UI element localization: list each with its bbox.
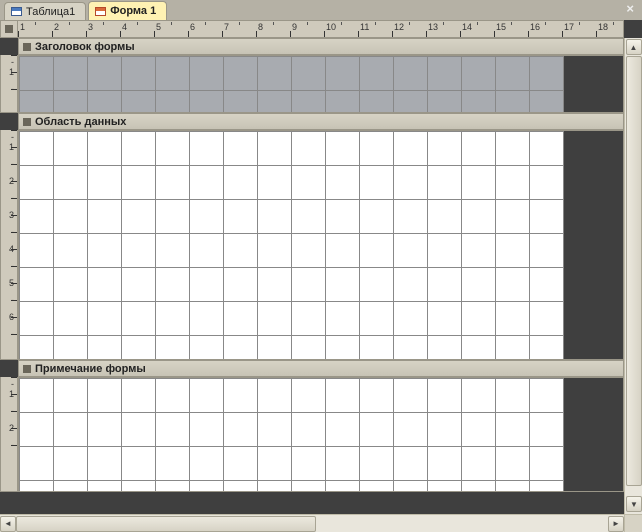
scroll-left-button[interactable]: ◄: [0, 516, 16, 532]
ruler-tick: 2: [1, 181, 17, 198]
ruler-tick: 2: [1, 428, 17, 445]
empty-area: [18, 492, 624, 514]
form-selector[interactable]: [0, 20, 18, 38]
tab-label: Форма 1: [110, 5, 156, 17]
table-icon: [11, 7, 22, 16]
close-icon[interactable]: ×: [626, 2, 634, 16]
scroll-up-button[interactable]: ▲: [626, 39, 642, 55]
vertical-ruler-footer[interactable]: -1-2-: [0, 377, 18, 492]
vertical-ruler-header[interactable]: -1-: [0, 55, 18, 113]
scroll-thumb-v[interactable]: [626, 56, 642, 486]
section-title: Примечание формы: [35, 363, 146, 375]
ruler-tick: 10: [324, 21, 358, 37]
ruler-tick: 2: [52, 21, 86, 37]
form-icon: [95, 7, 106, 16]
section-title: Заголовок формы: [35, 41, 135, 53]
ruler-tick: 5: [154, 21, 188, 37]
scroll-down-button[interactable]: ▼: [626, 496, 642, 512]
ruler-tick: 4: [1, 249, 17, 266]
ruler-tick: 6: [1, 317, 17, 334]
ruler-tick: 9: [290, 21, 324, 37]
horizontal-scrollbar[interactable]: ◄ ►: [0, 514, 624, 532]
vertical-ruler-detail[interactable]: -1-2-3-4-5-6-: [0, 130, 18, 360]
ruler-tick: 8: [256, 21, 290, 37]
ruler-tick: 15: [494, 21, 528, 37]
scroll-corner: [624, 514, 642, 532]
horizontal-ruler[interactable]: 123456789101112131415161718: [18, 20, 624, 38]
section-bar-detail[interactable]: Область данных: [18, 113, 624, 130]
ruler-tick: -: [1, 445, 17, 462]
section-canvas-footer[interactable]: [18, 377, 624, 492]
ruler-tick: 3: [86, 21, 120, 37]
ruler-tick: 13: [426, 21, 460, 37]
tab-form[interactable]: Форма 1: [88, 1, 167, 20]
section-bar-footer[interactable]: Примечание формы: [18, 360, 624, 377]
ruler-tick: 14: [460, 21, 494, 37]
ruler-tick: 1: [1, 72, 17, 89]
scroll-right-button[interactable]: ►: [608, 516, 624, 532]
ruler-tick: 18: [596, 21, 624, 37]
ruler-tick: 16: [528, 21, 562, 37]
section-bar-header[interactable]: Заголовок формы: [18, 38, 624, 55]
ruler-tick: 5: [1, 283, 17, 300]
ruler-tick: 1: [1, 394, 17, 411]
tab-table[interactable]: Таблица1: [4, 2, 86, 20]
ruler-tick: 1: [18, 21, 52, 37]
ruler-tick: 12: [392, 21, 426, 37]
document-tabs: Таблица1 Форма 1 ×: [0, 0, 642, 20]
section-canvas-header[interactable]: [18, 55, 624, 113]
vertical-scrollbar[interactable]: ▲ ▼: [624, 38, 642, 514]
section-selector-icon: [23, 43, 31, 51]
section-selector-icon: [23, 118, 31, 126]
ruler-tick: 17: [562, 21, 596, 37]
section-canvas-detail[interactable]: [18, 130, 624, 360]
section-title: Область данных: [35, 116, 126, 128]
ruler-tick: 1: [1, 147, 17, 164]
scroll-thumb-h[interactable]: [16, 516, 316, 532]
section-selector-icon: [23, 365, 31, 373]
ruler-tick: -: [1, 334, 17, 351]
ruler-tick: 7: [222, 21, 256, 37]
tab-label: Таблица1: [26, 6, 75, 18]
ruler-tick: -: [1, 89, 17, 106]
ruler-tick: 6: [188, 21, 222, 37]
ruler-tick: 11: [358, 21, 392, 37]
ruler-tick: 4: [120, 21, 154, 37]
ruler-tick: 3: [1, 215, 17, 232]
form-designer: 123456789101112131415161718 Заголовок фо…: [0, 20, 642, 532]
